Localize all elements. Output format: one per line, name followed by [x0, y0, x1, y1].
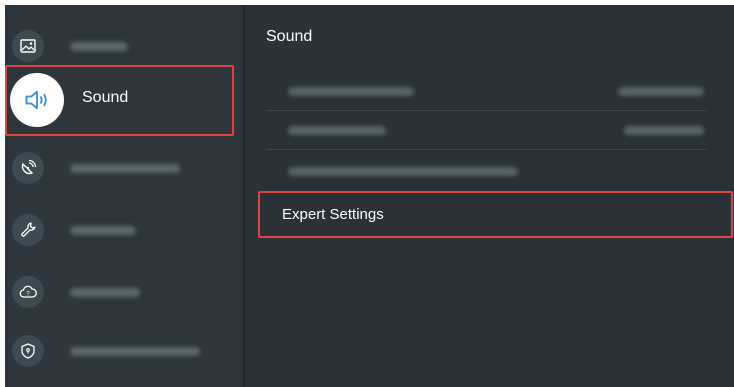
sidebar-divider — [243, 5, 245, 387]
wrench-icon — [12, 214, 44, 246]
sidebar-item-label-blurred — [70, 164, 180, 173]
picture-icon — [12, 30, 44, 62]
list-item-blurred[interactable] — [266, 73, 706, 111]
help-cloud-icon: ? — [12, 276, 44, 308]
sidebar-item-label-blurred — [70, 347, 200, 356]
sidebar-item-broadcasting[interactable] — [0, 144, 238, 192]
sidebar-item-label-blurred — [70, 42, 128, 51]
sidebar-item-privacy[interactable] — [0, 327, 238, 375]
sidebar-item-support[interactable]: ? — [0, 268, 238, 316]
sidebar-item-label: Sound — [82, 89, 129, 106]
row-value-blurred — [618, 87, 704, 96]
row-value-blurred — [624, 126, 704, 135]
expert-settings-label: Expert Settings — [282, 206, 384, 223]
row-label-blurred — [288, 87, 414, 96]
list-item-blurred[interactable] — [266, 112, 706, 150]
satellite-dish-icon — [12, 152, 44, 184]
sidebar-item-label-blurred — [70, 288, 140, 297]
row-label-blurred — [288, 126, 386, 135]
list-item-blurred[interactable] — [266, 153, 706, 191]
sidebar-item-picture[interactable] — [0, 22, 238, 70]
row-divider — [266, 110, 706, 111]
speaker-icon — [10, 73, 64, 127]
sidebar-item-general[interactable] — [0, 206, 238, 254]
shield-icon — [12, 335, 44, 367]
sidebar-item-label-blurred — [70, 226, 136, 235]
row-label-blurred — [288, 167, 518, 176]
page-title: Sound — [266, 28, 313, 45]
row-divider — [266, 149, 706, 150]
